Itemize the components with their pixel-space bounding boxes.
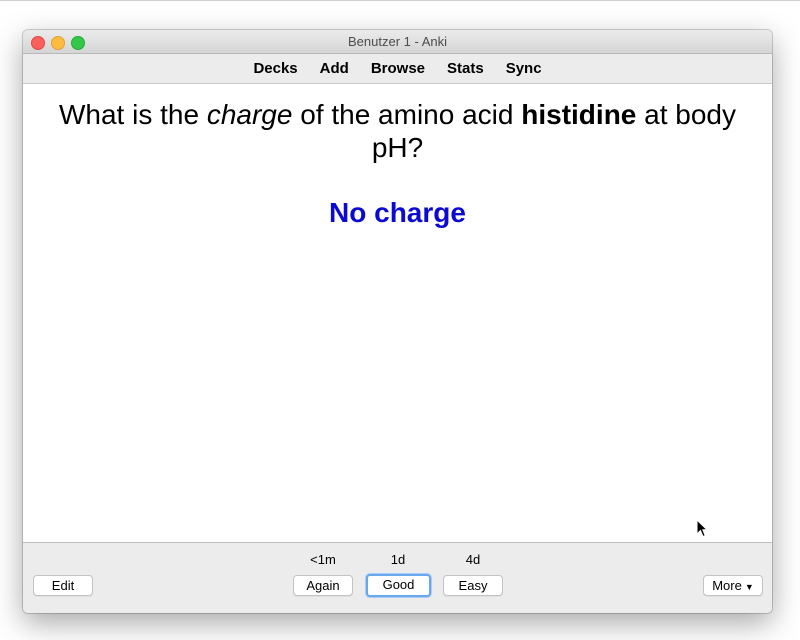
toolbar-browse[interactable]: Browse [371, 60, 425, 77]
easy-button[interactable]: Easy [443, 575, 503, 596]
again-interval: <1m [310, 552, 336, 567]
more-label: More [712, 578, 742, 593]
caret-down-icon: ▼ [744, 582, 754, 592]
again-button[interactable]: Again [293, 575, 353, 596]
question-text: What is the [58, 99, 207, 130]
title-bar: Benutzer 1 - Anki [23, 30, 772, 54]
toolbar-stats[interactable]: Stats [447, 60, 484, 77]
question-text: of the amino acid [292, 99, 522, 130]
question-keyword: histidine [521, 99, 637, 130]
question-emphasis: charge [206, 99, 293, 130]
minimize-window-button[interactable] [51, 36, 65, 50]
card-answer: No charge [329, 197, 466, 228]
more-button[interactable]: More ▼ [703, 575, 763, 596]
window-title: Benutzer 1 - Anki [348, 34, 447, 49]
edit-button[interactable]: Edit [33, 575, 93, 596]
toolbar-decks[interactable]: Decks [253, 60, 297, 77]
toolbar-sync[interactable]: Sync [506, 60, 542, 77]
card-question: What is the charge of the amino acid his… [47, 98, 748, 164]
mouse-pointer-icon [696, 519, 708, 538]
good-interval: 1d [390, 552, 406, 567]
main-toolbar: Decks Add Browse Stats Sync [23, 54, 772, 84]
toolbar-add[interactable]: Add [320, 60, 349, 77]
good-button[interactable]: Good [366, 574, 431, 597]
easy-interval: 4d [465, 552, 481, 567]
reviewer-bottom-bar: Edit <1m 1d 4d Again Good Easy More ▼ [23, 542, 772, 613]
anki-window: Benutzer 1 - Anki Decks Add Browse Stats… [23, 30, 772, 613]
card-view: What is the charge of the amino acid his… [23, 84, 772, 542]
zoom-window-button[interactable] [71, 36, 85, 50]
close-window-button[interactable] [31, 36, 45, 50]
desktop-edge [0, 0, 800, 1]
